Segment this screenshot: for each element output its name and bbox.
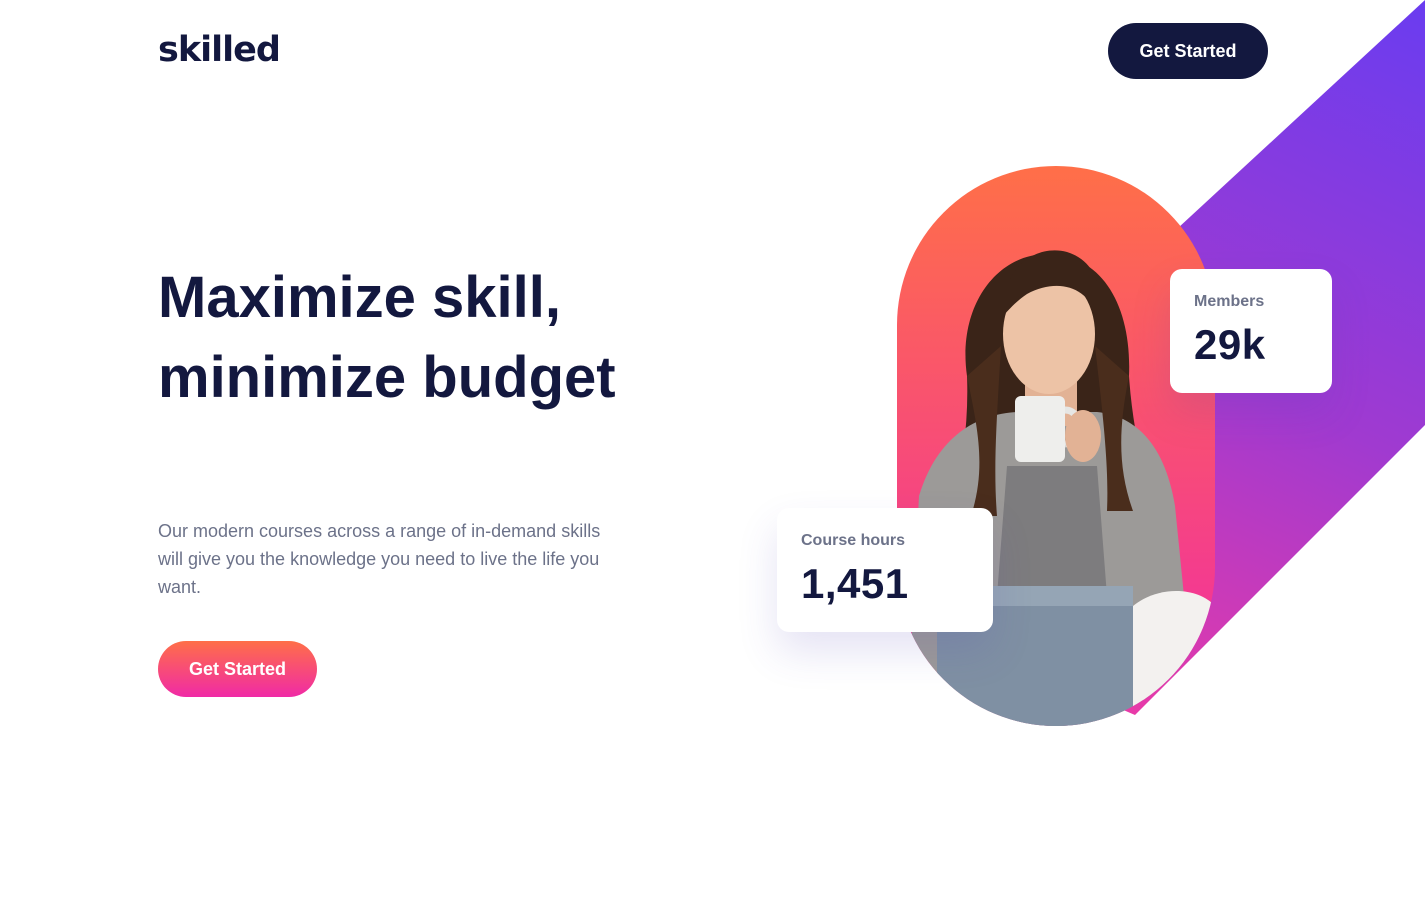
landing-page: skilled Get Started Maximize skill, mini… — [0, 0, 1425, 908]
course-hours-stat-card: Course hours 1,451 — [777, 508, 993, 632]
hero-title: Maximize skill, minimize budget — [158, 265, 616, 410]
members-label: Members — [1194, 293, 1265, 310]
course-hours-label: Course hours — [801, 532, 906, 549]
members-value: 29k — [1194, 321, 1266, 368]
hero-photo — [907, 250, 1215, 726]
header-get-started-button[interactable]: Get Started — [1108, 23, 1268, 79]
hero-image-frame — [897, 166, 1215, 726]
course-hours-value: 1,451 — [801, 560, 909, 607]
logo[interactable]: skilled — [158, 30, 281, 70]
members-stat-card: Members 29k — [1170, 269, 1332, 393]
hero-subtitle: Our modern courses across a range of in-… — [158, 521, 601, 597]
hero-get-started-button[interactable]: Get Started — [158, 641, 317, 697]
